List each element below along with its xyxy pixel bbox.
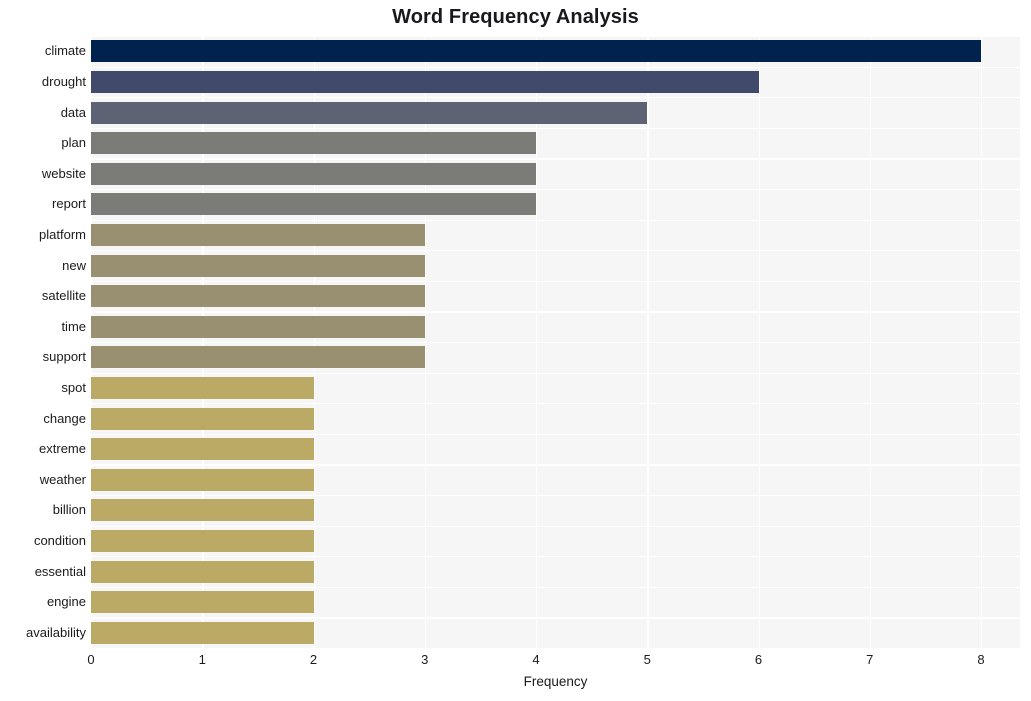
y-tick-label: weather (39, 471, 86, 487)
chart-title: Word Frequency Analysis (392, 6, 639, 28)
y-tick-label: website (41, 165, 86, 181)
y-gridline (91, 586, 1020, 589)
y-gridline (91, 66, 1020, 68)
y-tick-label: new (62, 257, 86, 273)
y-gridline (91, 372, 1020, 374)
x-tick-label: 8 (977, 652, 985, 667)
x-tick-label: 1 (198, 652, 206, 667)
bar (91, 132, 537, 155)
bar (91, 254, 425, 277)
x-tick-label: 5 (643, 652, 651, 667)
x-tick-label: 2 (309, 652, 318, 667)
y-tick-label: extreme (39, 441, 86, 457)
y-tick-label: time (61, 318, 86, 334)
y-gridline (91, 280, 1020, 283)
bar (91, 468, 314, 491)
bar (91, 621, 314, 644)
y-tick-label: billion (52, 502, 86, 518)
x-tick-label: 3 (421, 652, 429, 667)
bar (91, 162, 537, 185)
y-gridline (91, 127, 1020, 130)
y-axis-tick-labels: climate drought data plan website report platf… (0, 36, 86, 648)
y-gridline (91, 158, 1020, 160)
y-tick-label: data (60, 104, 86, 120)
y-tick-label: change (43, 410, 86, 426)
bar (91, 101, 648, 124)
y-tick-label: engine (46, 594, 86, 610)
y-gridline (91, 433, 1020, 436)
y-gridline (91, 311, 1020, 313)
y-gridline (91, 36, 1020, 38)
y-gridline (91, 464, 1020, 466)
y-gridline (91, 556, 1020, 558)
y-gridline (91, 97, 1020, 99)
x-axis-tick-labels: 0 1 2 3 4 5 6 7 8 (87, 652, 1020, 672)
x-tick-label: 0 (87, 652, 95, 667)
bar (91, 315, 425, 338)
y-tick-label: report (52, 196, 86, 212)
bar (91, 407, 314, 430)
y-tick-label: availability (26, 624, 86, 640)
x-tick-label: 6 (754, 652, 763, 667)
y-gridline (91, 525, 1020, 527)
y-gridline (91, 342, 1020, 344)
bar (91, 591, 314, 614)
bar (91, 40, 982, 63)
bar (91, 529, 314, 552)
word-frequency-bar-chart: Word Frequency Analysis climate drought da… (0, 0, 1031, 701)
y-gridline (91, 219, 1020, 221)
y-tick-label: spot (61, 379, 86, 395)
bar (91, 376, 314, 399)
bar (91, 346, 425, 369)
y-tick-label: platform (39, 226, 86, 242)
y-tick-label: support (42, 349, 86, 365)
y-gridline (91, 250, 1020, 252)
x-tick-label: 4 (532, 652, 540, 667)
bar (91, 193, 537, 216)
y-gridline (91, 495, 1020, 497)
y-tick-label: plan (61, 135, 86, 151)
bar (91, 70, 759, 93)
plot-area (91, 36, 1020, 650)
y-gridline (91, 403, 1020, 405)
bar (91, 285, 425, 308)
x-axis-title: Frequency (523, 674, 588, 689)
y-tick-label: climate (44, 43, 86, 59)
bar (91, 560, 314, 583)
y-gridline (91, 617, 1020, 619)
y-gridline (91, 189, 1020, 191)
y-tick-label: condition (33, 532, 86, 548)
bar (91, 499, 314, 522)
y-gridline (91, 648, 1020, 650)
y-tick-label: essential (34, 563, 86, 579)
x-tick-label: 7 (866, 652, 874, 667)
bar (91, 223, 425, 246)
y-tick-label: drought (41, 73, 86, 89)
y-tick-label: satellite (41, 288, 86, 304)
bar (91, 438, 314, 461)
